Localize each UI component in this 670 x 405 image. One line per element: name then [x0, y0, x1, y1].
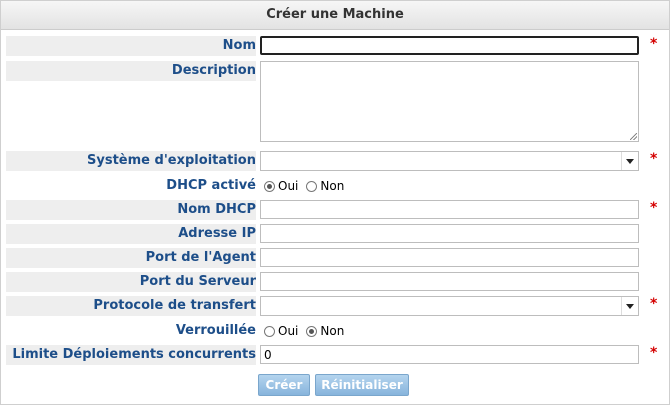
port-agent-input[interactable] [260, 248, 639, 267]
create-machine-panel: Créer une Machine Nom * Description Syst… [0, 0, 670, 405]
port-serveur-label: Port du Serveur [6, 272, 256, 292]
radio-unchecked-icon[interactable] [264, 325, 275, 337]
panel-title: Créer une Machine [1, 1, 669, 30]
ip-input[interactable] [260, 224, 639, 243]
nom-required-mark: * [650, 36, 658, 52]
radio-checked-icon[interactable] [264, 180, 275, 192]
limite-input[interactable] [260, 345, 639, 364]
protocole-label: Protocole de transfert [6, 296, 256, 316]
os-select[interactable] [260, 151, 639, 171]
protocole-required-mark: * [650, 296, 658, 312]
verrouillee-non-radio[interactable]: Non [302, 324, 344, 338]
dhcp-non-radio[interactable]: Non [302, 179, 344, 193]
limite-label: Limite Déploiements concurrents [6, 345, 256, 365]
limite-required-mark: * [650, 345, 658, 361]
dhcp-label: DHCP activé [166, 178, 256, 193]
port-agent-label: Port de l'Agent [6, 248, 256, 268]
nom-dhcp-required-mark: * [650, 200, 658, 216]
create-button[interactable]: Créer [258, 374, 310, 396]
port-serveur-input[interactable] [260, 272, 639, 291]
resize-handle-icon[interactable] [630, 133, 637, 140]
chevron-down-icon[interactable] [621, 152, 638, 170]
os-required-mark: * [650, 151, 658, 167]
nom-dhcp-input[interactable] [260, 200, 639, 219]
os-label: Système d'exploitation [6, 151, 256, 171]
description-label: Description [6, 61, 256, 81]
nom-input[interactable] [260, 36, 639, 55]
verrouillee-oui-radio[interactable]: Oui [260, 324, 298, 338]
nom-label: Nom [6, 36, 256, 56]
verrouillee-label: Verrouillée [175, 323, 256, 338]
ip-label: Adresse IP [6, 224, 256, 244]
dhcp-oui-radio[interactable]: Oui [260, 179, 298, 193]
radio-unchecked-icon[interactable] [306, 180, 318, 192]
description-textarea[interactable] [260, 61, 639, 142]
protocole-select[interactable] [260, 296, 639, 316]
radio-checked-icon[interactable] [306, 325, 318, 337]
chevron-down-icon[interactable] [621, 297, 638, 315]
nom-dhcp-label: Nom DHCP [6, 200, 256, 220]
reset-button[interactable]: Réinitialiser [315, 374, 409, 396]
